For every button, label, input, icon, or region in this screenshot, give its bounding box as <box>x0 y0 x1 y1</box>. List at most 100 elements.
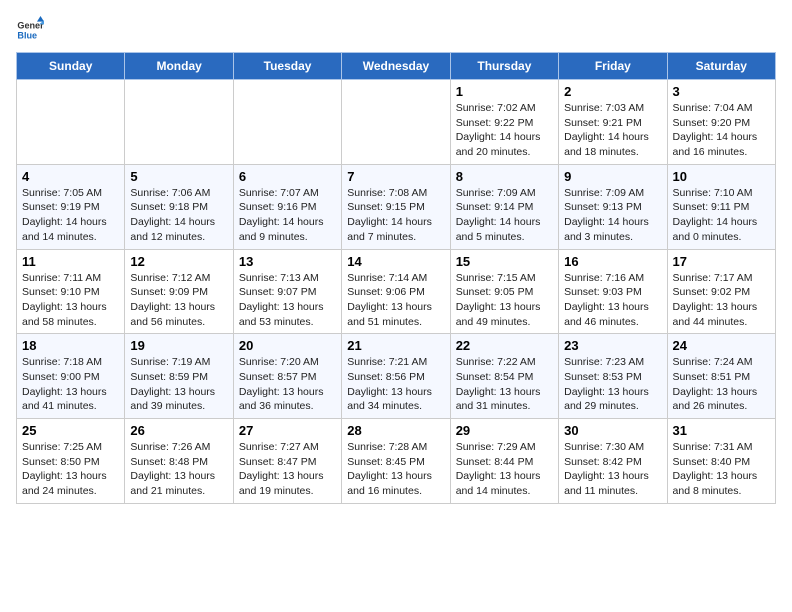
day-info: Sunrise: 7:08 AM Sunset: 9:15 PM Dayligh… <box>347 186 444 245</box>
day-number: 21 <box>347 338 444 353</box>
day-info: Sunrise: 7:20 AM Sunset: 8:57 PM Dayligh… <box>239 355 336 414</box>
day-cell <box>17 80 125 165</box>
day-number: 22 <box>456 338 553 353</box>
day-info: Sunrise: 7:19 AM Sunset: 8:59 PM Dayligh… <box>130 355 227 414</box>
day-number: 19 <box>130 338 227 353</box>
day-info: Sunrise: 7:03 AM Sunset: 9:21 PM Dayligh… <box>564 101 661 160</box>
day-info: Sunrise: 7:11 AM Sunset: 9:10 PM Dayligh… <box>22 271 119 330</box>
day-cell: 13Sunrise: 7:13 AM Sunset: 9:07 PM Dayli… <box>233 249 341 334</box>
day-info: Sunrise: 7:25 AM Sunset: 8:50 PM Dayligh… <box>22 440 119 499</box>
day-cell: 12 Sunrise: 7:12 AM Sunset: 9:09 PM Dayli… <box>125 249 233 334</box>
day-info: Sunrise: 7:16 AM Sunset: 9:03 PM Dayligh… <box>564 271 661 330</box>
day-cell: 15 Sunrise: 7:15 AM Sunset: 9:05 PM Dayli… <box>450 249 558 334</box>
day-number: 13 <box>239 254 336 269</box>
day-number: 11 <box>22 254 119 269</box>
day-number: 23 <box>564 338 661 353</box>
day-cell: 21 Sunrise: 7:21 AM Sunset: 8:56 PM Dayli… <box>342 334 450 419</box>
day-cell <box>233 80 341 165</box>
day-info: Sunrise: 7:09 AM Sunset: 9:14 PM Dayligh… <box>456 186 553 245</box>
day-cell: 30 Sunrise: 7:30 AM Sunset: 8:42 PM Dayli… <box>559 419 667 504</box>
day-info: Sunrise: 7:23 AM Sunset: 8:53 PM Dayligh… <box>564 355 661 414</box>
day-info: Sunrise: 7:15 AM Sunset: 9:05 PM Dayligh… <box>456 271 553 330</box>
day-cell: 3Sunrise: 7:04 AM Sunset: 9:20 PM Daylig… <box>667 80 775 165</box>
logo-icon: General Blue <box>16 16 44 44</box>
weekday-header-wednesday: Wednesday <box>342 53 450 80</box>
calendar-table: SundayMondayTuesdayWednesdayThursdayFrid… <box>16 52 776 504</box>
day-info: Sunrise: 7:22 AM Sunset: 8:54 PM Dayligh… <box>456 355 553 414</box>
day-number: 20 <box>239 338 336 353</box>
day-info: Sunrise: 7:14 AM Sunset: 9:06 PM Dayligh… <box>347 271 444 330</box>
day-number: 12 <box>130 254 227 269</box>
week-row-4: 18Sunrise: 7:18 AM Sunset: 9:00 PM Dayli… <box>17 334 776 419</box>
day-number: 24 <box>673 338 770 353</box>
day-info: Sunrise: 7:30 AM Sunset: 8:42 PM Dayligh… <box>564 440 661 499</box>
day-number: 5 <box>130 169 227 184</box>
svg-text:General: General <box>17 21 44 31</box>
weekday-header-monday: Monday <box>125 53 233 80</box>
day-number: 8 <box>456 169 553 184</box>
day-number: 30 <box>564 423 661 438</box>
day-cell: 29 Sunrise: 7:29 AM Sunset: 8:44 PM Dayli… <box>450 419 558 504</box>
day-info: Sunrise: 7:24 AM Sunset: 8:51 PM Dayligh… <box>673 355 770 414</box>
day-number: 16 <box>564 254 661 269</box>
day-cell: 1 Sunrise: 7:02 AM Sunset: 9:22 PM Daylig… <box>450 80 558 165</box>
weekday-header-friday: Friday <box>559 53 667 80</box>
header: General Blue <box>16 16 776 44</box>
day-cell: 10 Sunrise: 7:10 AM Sunset: 9:11 PM Dayli… <box>667 164 775 249</box>
day-number: 31 <box>673 423 770 438</box>
day-cell: 16 Sunrise: 7:16 AM Sunset: 9:03 PM Dayli… <box>559 249 667 334</box>
day-cell: 25 Sunrise: 7:25 AM Sunset: 8:50 PM Dayli… <box>17 419 125 504</box>
day-cell: 4 Sunrise: 7:05 AM Sunset: 9:19 PM Daylig… <box>17 164 125 249</box>
day-info: Sunrise: 7:17 AM Sunset: 9:02 PM Dayligh… <box>673 271 770 330</box>
day-number: 26 <box>130 423 227 438</box>
day-info: Sunrise: 7:21 AM Sunset: 8:56 PM Dayligh… <box>347 355 444 414</box>
day-info: Sunrise: 7:10 AM Sunset: 9:11 PM Dayligh… <box>673 186 770 245</box>
day-number: 14 <box>347 254 444 269</box>
day-info: Sunrise: 7:28 AM Sunset: 8:45 PM Dayligh… <box>347 440 444 499</box>
day-number: 17 <box>673 254 770 269</box>
day-number: 7 <box>347 169 444 184</box>
day-info: Sunrise: 7:02 AM Sunset: 9:22 PM Dayligh… <box>456 101 553 160</box>
day-cell: 31 Sunrise: 7:31 AM Sunset: 8:40 PM Dayli… <box>667 419 775 504</box>
day-number: 4 <box>22 169 119 184</box>
day-info: Sunrise: 7:29 AM Sunset: 8:44 PM Dayligh… <box>456 440 553 499</box>
day-cell: 14 Sunrise: 7:14 AM Sunset: 9:06 PM Dayli… <box>342 249 450 334</box>
day-cell: 22 Sunrise: 7:22 AM Sunset: 8:54 PM Dayli… <box>450 334 558 419</box>
day-info: Sunrise: 7:26 AM Sunset: 8:48 PM Dayligh… <box>130 440 227 499</box>
day-info: Sunrise: 7:07 AM Sunset: 9:16 PM Dayligh… <box>239 186 336 245</box>
day-number: 25 <box>22 423 119 438</box>
day-number: 28 <box>347 423 444 438</box>
day-cell: 20 Sunrise: 7:20 AM Sunset: 8:57 PM Dayli… <box>233 334 341 419</box>
day-info: Sunrise: 7:27 AM Sunset: 8:47 PM Dayligh… <box>239 440 336 499</box>
day-info: Sunrise: 7:09 AM Sunset: 9:13 PM Dayligh… <box>564 186 661 245</box>
logo: General Blue <box>16 16 44 44</box>
day-cell: 24 Sunrise: 7:24 AM Sunset: 8:51 PM Dayli… <box>667 334 775 419</box>
day-cell: 28 Sunrise: 7:28 AM Sunset: 8:45 PM Dayli… <box>342 419 450 504</box>
week-row-3: 11 Sunrise: 7:11 AM Sunset: 9:10 PM Dayli… <box>17 249 776 334</box>
week-row-5: 25 Sunrise: 7:25 AM Sunset: 8:50 PM Dayli… <box>17 419 776 504</box>
day-cell <box>125 80 233 165</box>
day-cell: 26 Sunrise: 7:26 AM Sunset: 8:48 PM Dayli… <box>125 419 233 504</box>
day-info: Sunrise: 7:06 AM Sunset: 9:18 PM Dayligh… <box>130 186 227 245</box>
day-number: 1 <box>456 84 553 99</box>
day-number: 10 <box>673 169 770 184</box>
day-info: Sunrise: 7:04 AM Sunset: 9:20 PM Dayligh… <box>673 101 770 160</box>
day-number: 2 <box>564 84 661 99</box>
weekday-header-thursday: Thursday <box>450 53 558 80</box>
day-number: 29 <box>456 423 553 438</box>
day-cell: 8 Sunrise: 7:09 AM Sunset: 9:14 PM Daylig… <box>450 164 558 249</box>
day-cell: 7 Sunrise: 7:08 AM Sunset: 9:15 PM Daylig… <box>342 164 450 249</box>
day-info: Sunrise: 7:31 AM Sunset: 8:40 PM Dayligh… <box>673 440 770 499</box>
day-cell: 19 Sunrise: 7:19 AM Sunset: 8:59 PM Dayli… <box>125 334 233 419</box>
day-number: 9 <box>564 169 661 184</box>
day-number: 15 <box>456 254 553 269</box>
day-cell <box>342 80 450 165</box>
day-cell: 27Sunrise: 7:27 AM Sunset: 8:47 PM Dayli… <box>233 419 341 504</box>
day-cell: 11 Sunrise: 7:11 AM Sunset: 9:10 PM Dayli… <box>17 249 125 334</box>
day-number: 6 <box>239 169 336 184</box>
day-info: Sunrise: 7:05 AM Sunset: 9:19 PM Dayligh… <box>22 186 119 245</box>
day-cell: 18Sunrise: 7:18 AM Sunset: 9:00 PM Dayli… <box>17 334 125 419</box>
day-cell: 2 Sunrise: 7:03 AM Sunset: 9:21 PM Daylig… <box>559 80 667 165</box>
day-info: Sunrise: 7:12 AM Sunset: 9:09 PM Dayligh… <box>130 271 227 330</box>
weekday-header-saturday: Saturday <box>667 53 775 80</box>
